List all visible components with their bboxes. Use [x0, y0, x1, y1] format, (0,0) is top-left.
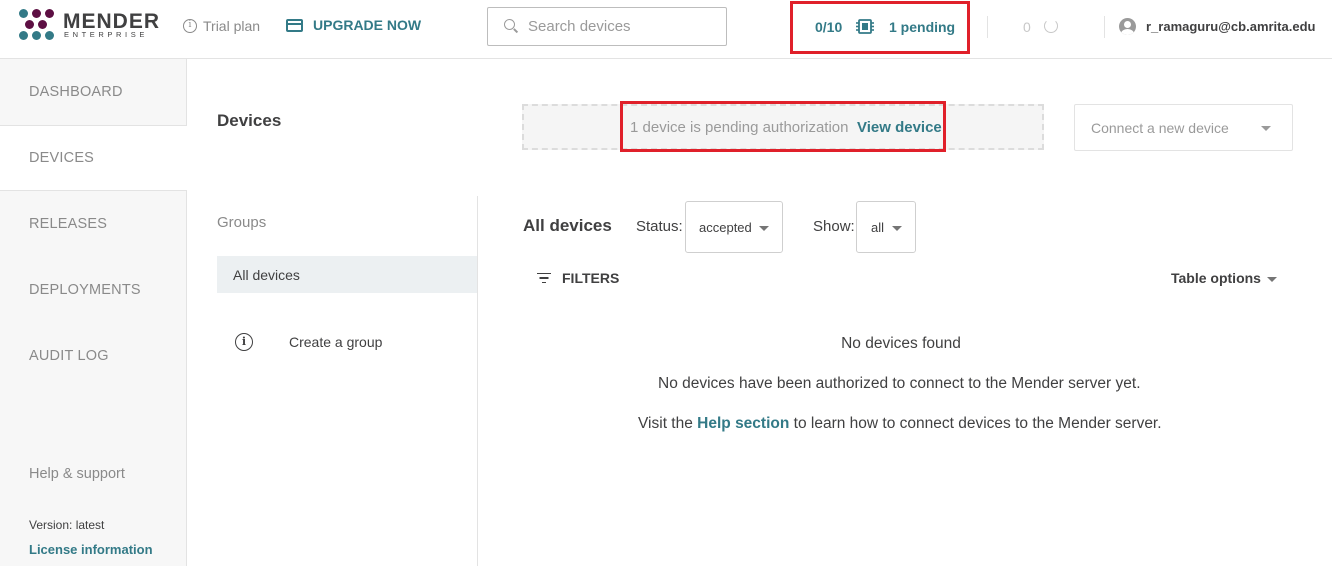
- sidebar-item-releases[interactable]: RELEASES: [0, 191, 186, 257]
- show-filter-label: Show:: [813, 218, 855, 235]
- account-icon: [1119, 18, 1136, 35]
- empty-state-help: Visit the Help section to learn how to c…: [638, 415, 1162, 433]
- groups-heading: Groups: [217, 214, 267, 231]
- credit-card-icon: [286, 18, 303, 32]
- status-select-value: accepted: [699, 219, 752, 235]
- empty-state-message: No devices have been authorized to conne…: [658, 375, 1141, 392]
- trial-plan-label: Trial plan: [203, 18, 261, 34]
- mender-logo[interactable]: MENDER ENTERPRISE: [19, 9, 159, 41]
- search-box[interactable]: [487, 7, 727, 46]
- filter-icon: [537, 272, 551, 284]
- group-item-all-devices[interactable]: All devices: [217, 256, 477, 293]
- show-select-value: all: [871, 219, 885, 235]
- license-information-link[interactable]: License information: [29, 542, 153, 557]
- deployment-count[interactable]: 0: [1023, 19, 1031, 35]
- empty-help-suffix: to learn how to connect devices to the M…: [789, 415, 1162, 432]
- header-divider: [1104, 16, 1105, 38]
- page-title: Devices: [217, 111, 282, 130]
- status-select[interactable]: accepted: [685, 201, 783, 253]
- sidebar-item-dashboard[interactable]: DASHBOARD: [0, 59, 186, 125]
- logo-subtitle: ENTERPRISE: [64, 30, 148, 39]
- show-select[interactable]: all: [856, 201, 916, 253]
- empty-state-title: No devices found: [841, 335, 961, 352]
- search-input[interactable]: [528, 18, 708, 35]
- sidebar: DASHBOARD DEVICES RELEASES DEPLOYMENTS A…: [0, 59, 187, 566]
- table-options-button[interactable]: Table options: [1171, 270, 1261, 286]
- notice-highlight-box: [620, 101, 946, 152]
- info-icon: i: [183, 19, 197, 33]
- chevron-down-icon: [1261, 126, 1271, 131]
- chevron-down-icon: [759, 226, 769, 231]
- version-info: Version: latest: [29, 518, 105, 532]
- device-list-title: All devices: [523, 216, 612, 235]
- connect-new-device-label: Connect a new device: [1091, 119, 1229, 136]
- deployments-refresh-icon[interactable]: [1044, 19, 1058, 33]
- pending-devices-link[interactable]: 1 pending: [889, 19, 955, 35]
- chevron-down-icon[interactable]: [1267, 277, 1277, 282]
- groups-divider: [477, 196, 478, 566]
- sidebar-item-deployments[interactable]: DEPLOYMENTS: [0, 257, 186, 323]
- user-menu[interactable]: r_ramaguru@cb.amrita.edu: [1119, 18, 1315, 35]
- sidebar-item-devices[interactable]: DEVICES: [0, 125, 187, 191]
- upgrade-now-button[interactable]: UPGRADE NOW: [286, 17, 421, 33]
- filters-label: FILTERS: [562, 270, 620, 286]
- chevron-down-icon: [892, 226, 902, 231]
- user-email: r_ramaguru@cb.amrita.edu: [1146, 19, 1316, 34]
- search-icon: [504, 18, 520, 35]
- help-section-link[interactable]: Help section: [697, 415, 789, 432]
- status-filter-label: Status:: [636, 218, 683, 235]
- top-bar: MENDER ENTERPRISE i Trial plan UPGRADE N…: [0, 0, 1332, 59]
- device-chip-icon: [856, 19, 874, 34]
- upgrade-label: UPGRADE NOW: [313, 17, 422, 33]
- mender-logo-icon: [19, 9, 55, 41]
- help-support-link[interactable]: Help & support: [29, 466, 125, 482]
- connect-new-device-button[interactable]: Connect a new device: [1074, 104, 1293, 151]
- header-divider: [987, 16, 988, 38]
- empty-help-prefix: Visit the: [638, 415, 698, 432]
- sidebar-item-audit-log[interactable]: AUDIT LOG: [0, 323, 186, 389]
- filters-button[interactable]: FILTERS: [537, 270, 619, 286]
- trial-plan[interactable]: i Trial plan: [183, 18, 260, 34]
- device-limit-count[interactable]: 0/10: [815, 19, 842, 35]
